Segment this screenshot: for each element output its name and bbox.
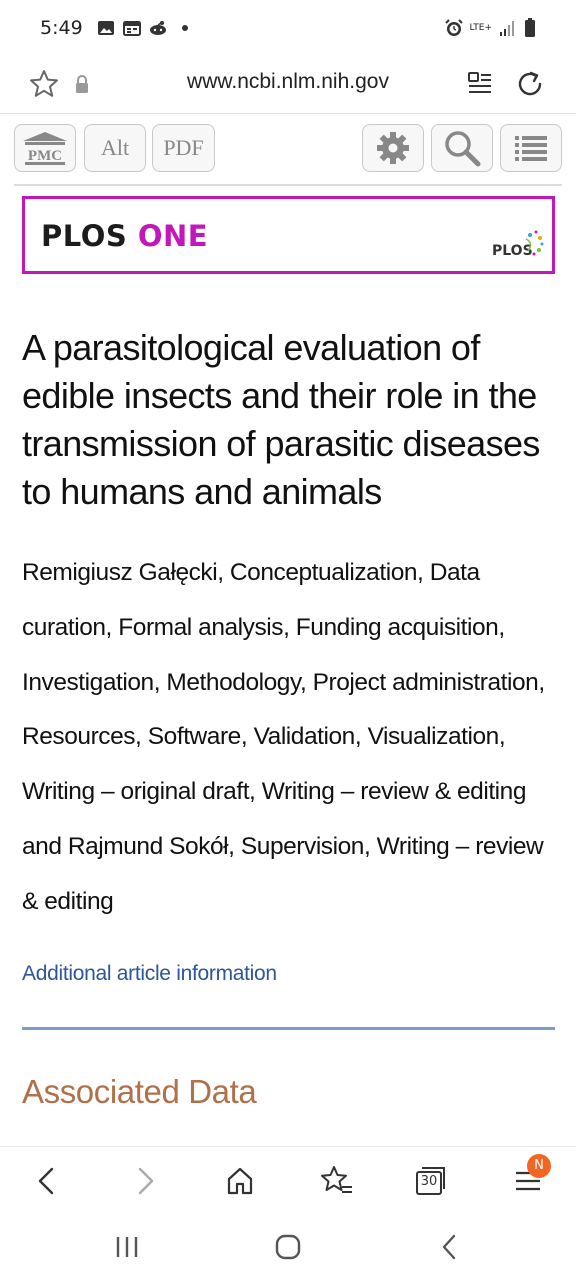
journal-name-word2: ONE: [137, 219, 209, 253]
section-divider: [22, 1027, 555, 1030]
system-back-icon[interactable]: [432, 1232, 466, 1262]
status-bar: 5:49 LTE+: [0, 0, 576, 56]
journal-name-word1: PLOS: [41, 219, 128, 253]
plos-logo: PLOS: [490, 229, 546, 265]
toolbar-divider: [14, 184, 562, 186]
pmc-home-button[interactable]: PMC: [14, 124, 76, 172]
settings-button[interactable]: [362, 124, 424, 172]
pmc-label: PMC: [28, 148, 62, 164]
browser-bottom-nav: 30: [0, 1146, 576, 1216]
dot-icon: [181, 25, 188, 31]
search-icon: [445, 131, 481, 167]
image-icon: [97, 21, 114, 35]
reload-icon[interactable]: [514, 68, 546, 100]
calendar-icon: [122, 21, 141, 36]
article-title: A parasitological evaluation of edible i…: [22, 327, 540, 512]
system-home-icon[interactable]: [271, 1232, 305, 1262]
pmc-logo-icon: PMC: [23, 132, 67, 165]
tab-count: 30: [420, 1174, 438, 1189]
reader-mode-icon[interactable]: [466, 70, 494, 98]
reddit-icon: [149, 21, 166, 35]
battery-icon: [525, 18, 535, 37]
journal-name: PLOS ONE: [41, 219, 208, 253]
gear-icon: [377, 132, 409, 164]
signal-icon: [500, 21, 514, 36]
menu-button[interactable]: [500, 124, 562, 172]
back-icon[interactable]: [28, 1163, 64, 1199]
home-icon[interactable]: [222, 1163, 258, 1199]
lte-icon: LTE+: [469, 22, 493, 33]
alt-button[interactable]: Alt: [84, 124, 146, 172]
system-nav-bar: [0, 1216, 576, 1280]
associated-data-heading[interactable]: Associated Data: [22, 1073, 257, 1111]
plos-burst-icon: [525, 230, 544, 256]
tabs-button[interactable]: 30: [413, 1163, 449, 1199]
status-time: 5:49: [40, 17, 83, 39]
journal-banner[interactable]: PLOS ONE PLOS: [22, 196, 555, 274]
author-list: Remigiusz Gałęcki, Conceptualization, Da…: [22, 559, 545, 915]
search-button[interactable]: [431, 124, 493, 172]
list-menu-icon: [515, 136, 547, 161]
pdf-button[interactable]: PDF: [152, 124, 215, 172]
recent-apps-icon[interactable]: [110, 1232, 144, 1262]
additional-info-link[interactable]: Additional article information: [22, 962, 277, 986]
notification-badge: N: [527, 1154, 551, 1178]
pmc-toolbar: PMC Alt PDF: [14, 124, 562, 174]
bookmarks-icon[interactable]: [318, 1163, 354, 1199]
url-bar: www.ncbi.nlm.nih.gov: [0, 56, 576, 114]
alarm-icon: [444, 19, 463, 36]
forward-icon[interactable]: [128, 1163, 164, 1199]
